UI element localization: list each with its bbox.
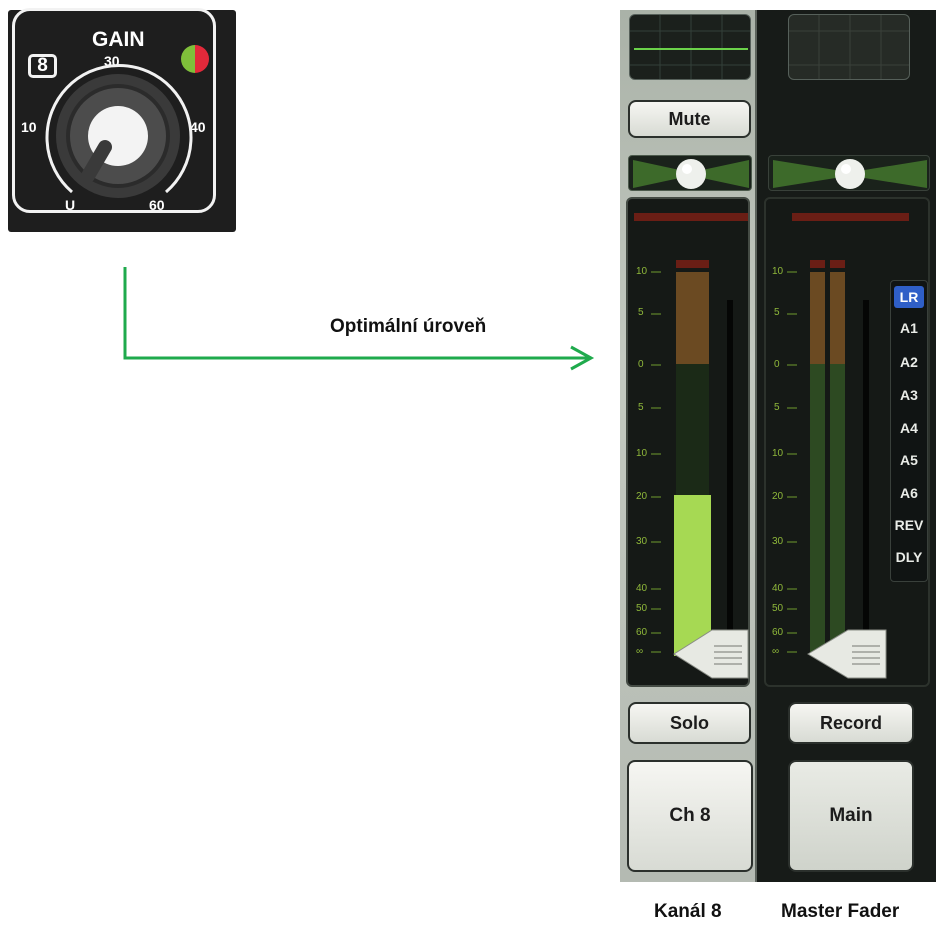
connector-arrow-icon xyxy=(123,267,595,371)
master-balance-slider[interactable] xyxy=(768,155,930,191)
bus-item-a2[interactable]: A2 xyxy=(890,354,928,370)
master-scale-40: 40 xyxy=(772,583,784,594)
bus-item-rev[interactable]: REV xyxy=(890,517,928,533)
master-name-button[interactable]: Main xyxy=(788,760,914,872)
channel-scale-ticks xyxy=(651,271,661,653)
channel-meter-hot-zone xyxy=(676,272,709,364)
master-scale-30: 30 xyxy=(772,536,784,547)
master-scale-10: 10 xyxy=(772,448,784,459)
channel-pan-slider[interactable] xyxy=(628,155,752,191)
bus-item-dly[interactable]: DLY xyxy=(890,549,928,565)
master-scale-10-top: 10 xyxy=(772,266,784,277)
channel-fader-handle[interactable] xyxy=(672,628,752,680)
channel-scale-20: 20 xyxy=(636,491,648,502)
master-meter-left-clip xyxy=(810,260,825,268)
channel-scale-5: 5 xyxy=(638,402,644,413)
channel-name-button[interactable]: Ch 8 xyxy=(627,760,753,872)
channel-scale-10-top: 10 xyxy=(636,266,648,277)
master-scale-0: 0 xyxy=(774,359,780,370)
master-eq-display[interactable] xyxy=(788,14,910,80)
mute-button[interactable]: Mute xyxy=(628,100,751,138)
channel-scale-40: 40 xyxy=(636,583,648,594)
channel-scale-60: 60 xyxy=(636,627,648,638)
solo-button[interactable]: Solo xyxy=(628,702,751,744)
master-meter-right-clip xyxy=(830,260,845,268)
master-scale-20: 20 xyxy=(772,491,784,502)
master-meter-left-hot xyxy=(810,272,825,364)
master-meter-right-hot xyxy=(830,272,845,364)
channel-scale-0: 0 xyxy=(638,359,644,370)
bus-item-a6[interactable]: A6 xyxy=(890,485,928,501)
master-scale-5-top: 5 xyxy=(774,307,780,318)
master-fader-handle[interactable] xyxy=(806,628,890,680)
gain-knob[interactable] xyxy=(8,10,236,232)
channel-caption: Kanál 8 xyxy=(654,901,722,922)
bus-item-a3[interactable]: A3 xyxy=(890,387,928,403)
channel-scale-inf: ∞ xyxy=(636,646,644,657)
bus-item-a1[interactable]: A1 xyxy=(890,320,928,336)
bus-item-a4[interactable]: A4 xyxy=(890,420,928,436)
master-scale-5: 5 xyxy=(774,402,780,413)
channel-scale-10: 10 xyxy=(636,448,648,459)
master-fader-track xyxy=(863,300,869,665)
channel-fader-track xyxy=(727,300,733,665)
master-meter-left xyxy=(810,364,825,656)
bus-item-lr[interactable]: LR xyxy=(890,289,928,305)
bus-item-a5[interactable]: A5 xyxy=(890,452,928,468)
master-scale-ticks xyxy=(787,271,797,653)
channel-clip-indicator xyxy=(634,213,748,221)
optimal-level-label: Optimální úroveň xyxy=(330,316,487,337)
channel-meter-clip-led xyxy=(676,260,709,268)
channel-scale-50: 50 xyxy=(636,603,648,614)
master-scale-60: 60 xyxy=(772,627,784,638)
master-scale-inf: ∞ xyxy=(772,646,780,657)
master-caption: Master Fader xyxy=(781,901,900,922)
channel-scale-30: 30 xyxy=(636,536,648,547)
master-clip-indicator xyxy=(792,213,909,221)
channel-scale-5-top: 5 xyxy=(638,307,644,318)
channel-eq-display[interactable] xyxy=(629,14,751,80)
master-meter-right xyxy=(830,364,845,656)
master-scale-50: 50 xyxy=(772,603,784,614)
record-button[interactable]: Record xyxy=(788,702,914,744)
